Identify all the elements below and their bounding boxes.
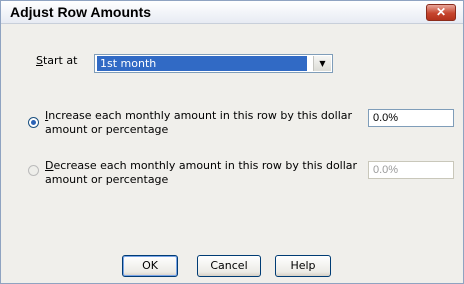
close-icon: ✕: [435, 5, 447, 19]
ok-button[interactable]: OK: [122, 255, 178, 277]
start-at-selected-value: 1st month: [97, 56, 307, 71]
help-button[interactable]: Help: [275, 255, 331, 277]
adjust-row-amounts-dialog: Adjust Row Amounts ✕ Start at 1st month …: [0, 0, 464, 284]
close-button[interactable]: ✕: [426, 4, 456, 21]
dialog-title: Adjust Row Amounts: [10, 4, 152, 20]
increase-radio[interactable]: [28, 117, 39, 128]
radio-selected-dot: [31, 120, 36, 125]
title-bar: Adjust Row Amounts ✕: [1, 1, 463, 24]
increase-option-label[interactable]: Increase each monthly amount in this row…: [45, 109, 352, 137]
decrease-amount-input[interactable]: [368, 161, 454, 179]
chevron-down-icon[interactable]: ▼: [313, 56, 331, 71]
decrease-option-label[interactable]: Decrease each monthly amount in this row…: [45, 159, 357, 187]
decrease-radio[interactable]: [28, 165, 39, 176]
cancel-button[interactable]: Cancel: [197, 255, 261, 277]
start-at-label: Start at: [36, 54, 78, 67]
increase-amount-input[interactable]: [368, 109, 454, 127]
start-at-dropdown[interactable]: 1st month ▼: [94, 54, 333, 73]
